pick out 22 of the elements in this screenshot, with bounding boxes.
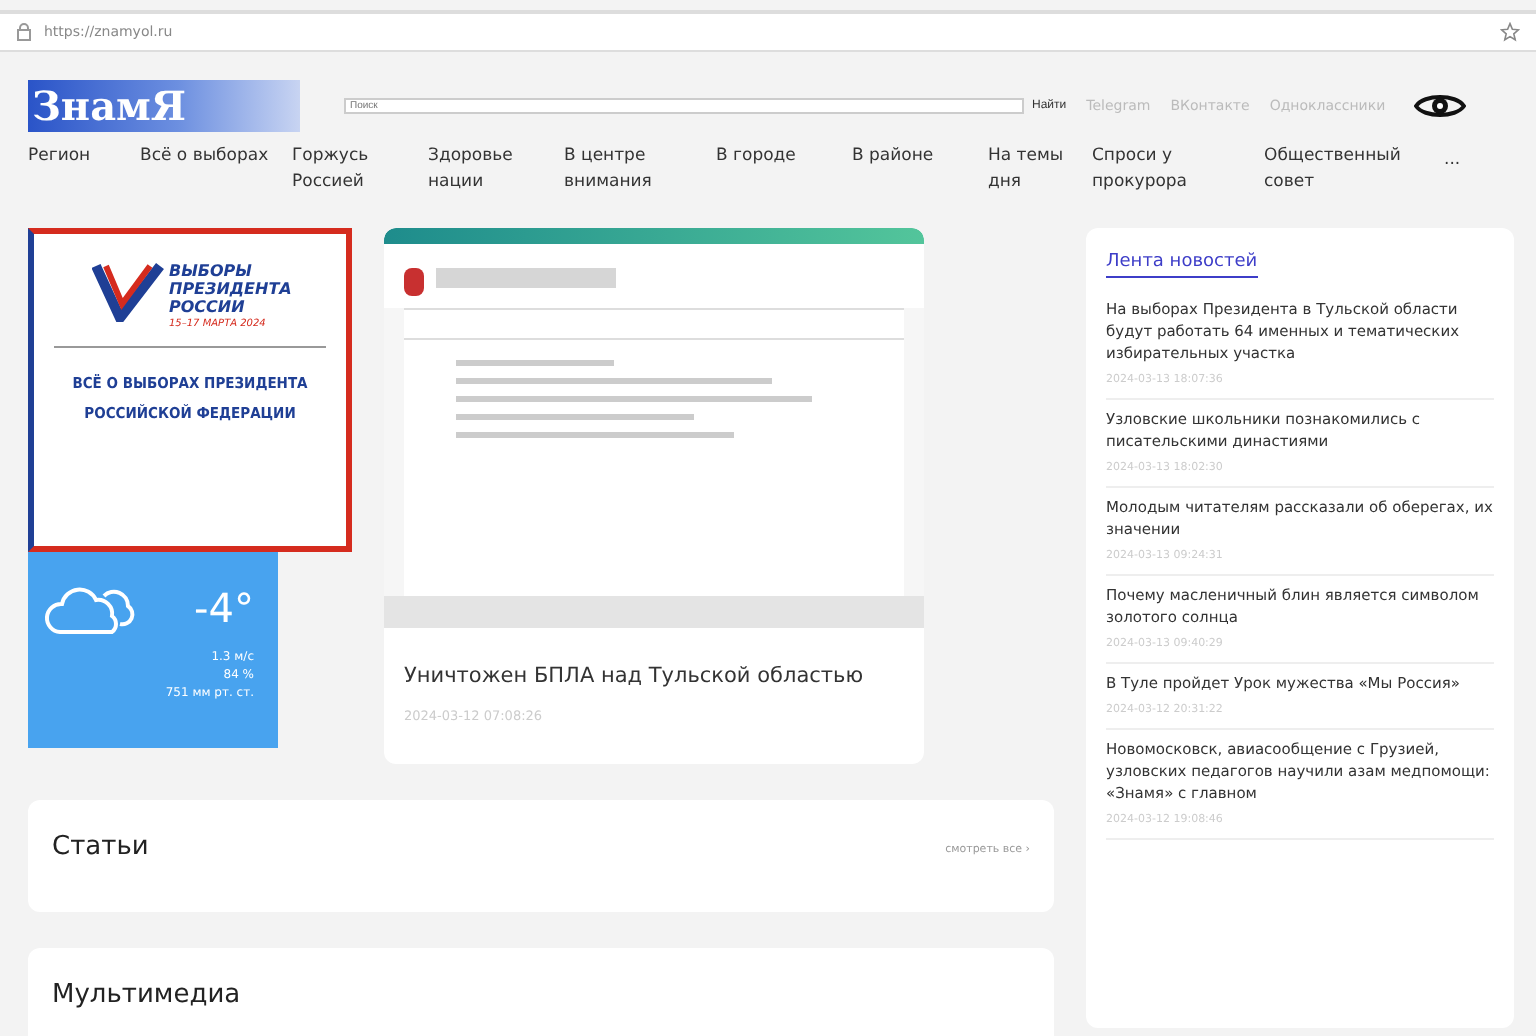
nav-link[interactable]: ... — [1444, 148, 1461, 174]
section-title: Мультимедиа — [52, 980, 241, 1010]
nav-link[interactable]: В районе — [852, 144, 976, 170]
nav-link[interactable]: Горжусь Россией — [292, 144, 416, 196]
nav-link[interactable]: В центре внимания — [564, 144, 704, 196]
nav-link[interactable]: Спроси у прокурора — [1092, 144, 1252, 196]
lock-icon — [16, 22, 32, 42]
eye-icon[interactable] — [1413, 90, 1466, 122]
tricolor-check-icon — [91, 262, 163, 322]
temperature: -4° — [194, 584, 254, 632]
star-icon[interactable] — [1500, 22, 1520, 42]
nav-link[interactable]: В городе — [716, 144, 840, 170]
news-feed-title[interactable]: Лента новостей — [1106, 252, 1258, 278]
nav-link[interactable]: Здоровье нации — [428, 144, 552, 196]
nav-link[interactable]: Регион — [28, 144, 128, 170]
nav-link[interactable]: Всё о выборах — [140, 144, 280, 170]
nav-link[interactable]: Общественный совет — [1264, 144, 1432, 196]
section-title: Статьи — [52, 832, 149, 862]
news-title[interactable]: Уничтожен БПЛА над Тульской областью — [384, 628, 924, 688]
nav-link[interactable]: На темы дня — [988, 144, 1080, 196]
banner-title: ВЫБОРЫ ПРЕЗИДЕНТА РОССИИ — [169, 262, 289, 316]
site-logo[interactable]: ЗнамЯ — [28, 80, 300, 132]
